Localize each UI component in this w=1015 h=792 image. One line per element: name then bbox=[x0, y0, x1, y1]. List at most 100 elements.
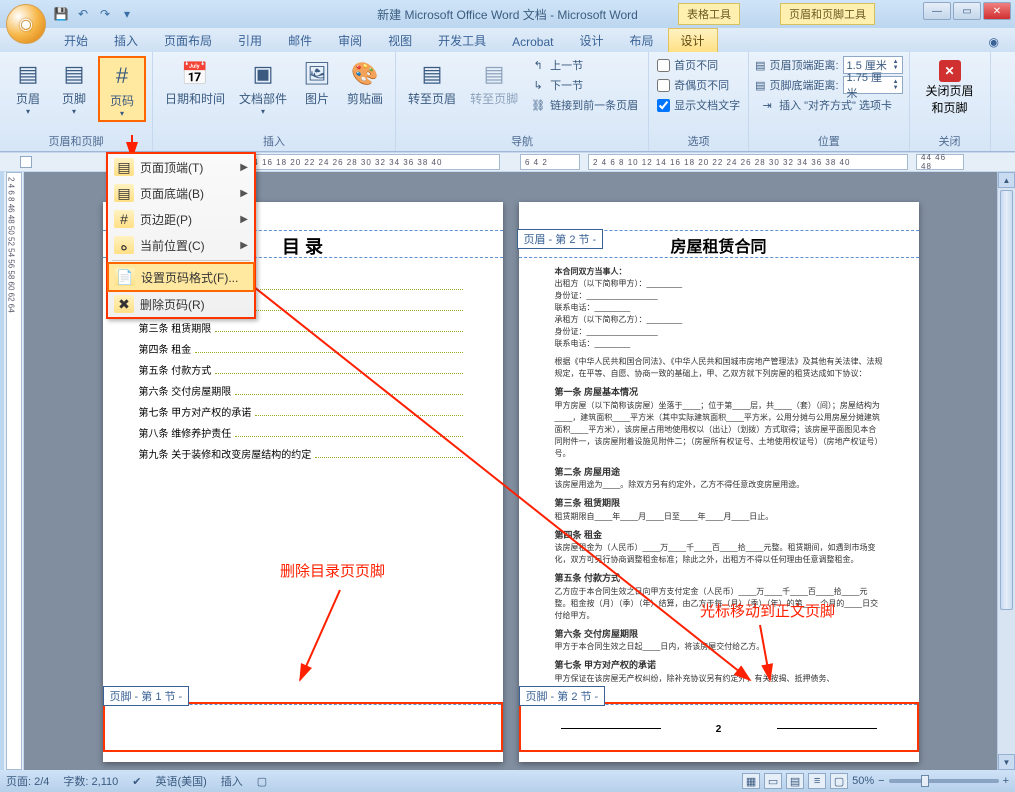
tab-developer[interactable]: 开发工具 bbox=[426, 29, 498, 52]
link-prev-button[interactable]: ⛓链接到前一条页眉 bbox=[526, 96, 642, 114]
footer-tag-1: 页脚 - 第 1 节 - bbox=[103, 686, 190, 706]
macro-icon[interactable]: ▢ bbox=[257, 775, 267, 788]
tab-review[interactable]: 审阅 bbox=[326, 29, 374, 52]
tab-selector[interactable] bbox=[20, 156, 32, 168]
horizontal-ruler[interactable]: 44 46 48 bbox=[916, 154, 964, 170]
header-zone-2[interactable]: 页眉 - 第 2 节 - 房屋租赁合同 bbox=[519, 230, 919, 258]
help-icon[interactable]: ◉ bbox=[983, 32, 1005, 52]
footer-button[interactable]: ▤页脚▾ bbox=[52, 56, 96, 122]
scroll-down-button[interactable]: ▼ bbox=[998, 754, 1015, 770]
zoom-out-button[interactable]: − bbox=[878, 775, 884, 787]
group-navigation: ▤转至页眉 ▤转至页脚 ↰上一节 ↳下一节 ⛓链接到前一条页眉 导航 bbox=[396, 52, 649, 151]
tab-hf-design[interactable]: 设计 bbox=[668, 28, 718, 52]
footer-bot-input[interactable]: 1.75 厘米▲▼ bbox=[843, 76, 903, 94]
dd-page-margins[interactable]: #页边距(P)▶ bbox=[108, 206, 254, 232]
dd-page-bottom[interactable]: ▤页面底端(B)▶ bbox=[108, 180, 254, 206]
tab-references[interactable]: 引用 bbox=[226, 29, 274, 52]
dd-page-top[interactable]: ▤页面顶端(T)▶ bbox=[108, 154, 254, 180]
page-number-dropdown: ▤页面顶端(T)▶ ▤页面底端(B)▶ #页边距(P)▶ ە当前位置(C)▶ 📄… bbox=[106, 152, 256, 319]
horizontal-ruler[interactable]: 6 4 2 bbox=[520, 154, 580, 170]
tab-mailings[interactable]: 邮件 bbox=[276, 29, 324, 52]
qat-customize-icon[interactable]: ▾ bbox=[118, 5, 136, 23]
view-print-layout[interactable]: ▦ bbox=[742, 773, 760, 789]
page-number-icon: # bbox=[106, 60, 138, 92]
view-fullscreen[interactable]: ▭ bbox=[764, 773, 782, 789]
group-close: ✕ 关闭页眉 和页脚 关闭 bbox=[910, 52, 991, 151]
page-2[interactable]: 页眉 - 第 2 节 - 房屋租赁合同 本合同双方当事人： 出租方（以下简称甲方… bbox=[519, 202, 919, 762]
vertical-ruler[interactable]: 2 4 6 8 46 48 50 52 54 56 58 60 62 64 bbox=[6, 172, 22, 770]
toc-line: 第三条 租赁期限 bbox=[139, 320, 467, 335]
goto-footer-button[interactable]: ▤转至页脚 bbox=[464, 56, 524, 109]
clipart-button[interactable]: 🎨剪贴画 bbox=[341, 56, 389, 118]
next-section-button[interactable]: ↳下一节 bbox=[526, 76, 642, 94]
view-draft[interactable]: ▢ bbox=[830, 773, 848, 789]
tab-insert[interactable]: 插入 bbox=[102, 29, 150, 52]
chevron-right-icon: ▶ bbox=[240, 188, 248, 199]
footer-margin-icon: ▤ bbox=[755, 79, 765, 92]
zoom-level[interactable]: 50% bbox=[852, 775, 874, 787]
zoom-in-button[interactable]: + bbox=[1003, 775, 1009, 787]
group-insert: 📅日期和时间 ▣文档部件▾ 🖼图片 🎨剪贴画 插入 bbox=[153, 52, 396, 151]
chevron-right-icon: ▶ bbox=[240, 240, 248, 251]
show-doc-checkbox[interactable]: 显示文档文字 bbox=[655, 96, 742, 114]
tab-acrobat[interactable]: Acrobat bbox=[500, 32, 565, 52]
office-button[interactable]: ◉ bbox=[6, 4, 46, 44]
ribbon: ▤页眉▾ ▤页脚▾ #页码▾ 页眉和页脚 📅日期和时间 ▣文档部件▾ 🖼图片 🎨… bbox=[0, 52, 1015, 152]
context-tab-headerfooter: 页眉和页脚工具 bbox=[780, 3, 875, 25]
tab-table-design[interactable]: 设计 bbox=[567, 29, 615, 52]
close-window-button[interactable]: ✕ bbox=[983, 2, 1011, 20]
toc-line: 第五条 付款方式 bbox=[139, 362, 467, 377]
vertical-scrollbar[interactable]: ▲ ▼ bbox=[997, 172, 1015, 770]
title-bar: ◉ 💾 ↶ ↷ ▾ 新建 Microsoft Office Word 文档 - … bbox=[0, 0, 1015, 28]
status-page[interactable]: 页面: 2/4 bbox=[6, 773, 49, 789]
status-language[interactable]: 英语(美国) bbox=[155, 773, 206, 789]
dd-cursor-icon: ە bbox=[114, 236, 134, 254]
prev-icon: ↰ bbox=[530, 57, 546, 73]
undo-icon[interactable]: ↶ bbox=[74, 5, 92, 23]
maximize-button[interactable]: ▭ bbox=[953, 2, 981, 20]
clipart-icon: 🎨 bbox=[349, 58, 381, 90]
chevron-right-icon: ▶ bbox=[240, 214, 248, 225]
prev-section-button[interactable]: ↰上一节 bbox=[526, 56, 642, 74]
dd-remove-page-number[interactable]: ✖删除页码(R) bbox=[108, 291, 254, 317]
context-tab-table: 表格工具 bbox=[678, 3, 740, 25]
dd-format-page-number[interactable]: 📄设置页码格式(F)... bbox=[107, 262, 255, 292]
view-web[interactable]: ▤ bbox=[786, 773, 804, 789]
view-outline[interactable]: ≡ bbox=[808, 773, 826, 789]
tab-table-layout[interactable]: 布局 bbox=[618, 29, 666, 52]
proofing-icon[interactable]: ✔ bbox=[132, 775, 141, 788]
diff-oddeven-checkbox[interactable]: 奇偶页不同 bbox=[655, 76, 742, 94]
picture-button[interactable]: 🖼图片 bbox=[295, 56, 339, 118]
horizontal-ruler[interactable]: 2 4 6 8 10 12 14 16 18 20 22 24 26 28 30… bbox=[588, 154, 908, 170]
page2-body: 本合同双方当事人： 出租方（以下简称甲方）：________身份证：______… bbox=[519, 202, 919, 689]
zoom-slider[interactable] bbox=[889, 779, 999, 783]
calendar-icon: 📅 bbox=[179, 58, 211, 90]
page-number-button[interactable]: #页码▾ bbox=[98, 56, 146, 122]
toc-line: 第六条 交付房屋期限 bbox=[139, 383, 467, 398]
footer-icon: ▤ bbox=[58, 58, 90, 90]
group-headerfooter: ▤页眉▾ ▤页脚▾ #页码▾ 页眉和页脚 bbox=[0, 52, 153, 151]
minimize-button[interactable]: — bbox=[923, 2, 951, 20]
dd-margin-icon: # bbox=[114, 210, 134, 228]
tab-pagelayout[interactable]: 页面布局 bbox=[152, 29, 224, 52]
scroll-up-button[interactable]: ▲ bbox=[998, 172, 1015, 188]
close-header-footer-button[interactable]: ✕ 关闭页眉 和页脚 bbox=[916, 56, 984, 120]
status-mode[interactable]: 插入 bbox=[221, 773, 243, 789]
tab-view[interactable]: 视图 bbox=[376, 29, 424, 52]
save-icon[interactable]: 💾 bbox=[52, 5, 70, 23]
insert-align-tab-button[interactable]: ⇥插入 "对齐方式" 选项卡 bbox=[755, 96, 902, 114]
scroll-thumb[interactable] bbox=[1000, 190, 1013, 610]
dd-current-pos[interactable]: ە当前位置(C)▶ bbox=[108, 232, 254, 258]
tab-home[interactable]: 开始 bbox=[52, 29, 100, 52]
datetime-button[interactable]: 📅日期和时间 bbox=[159, 56, 231, 118]
redo-icon[interactable]: ↷ bbox=[96, 5, 114, 23]
diff-first-checkbox[interactable]: 首页不同 bbox=[655, 56, 742, 74]
header-button[interactable]: ▤页眉▾ bbox=[6, 56, 50, 122]
separator bbox=[112, 260, 250, 261]
footer-zone-2[interactable]: 页脚 - 第 2 节 - 2 bbox=[519, 702, 919, 752]
status-words[interactable]: 字数: 2,110 bbox=[63, 773, 118, 789]
footer-zone-1[interactable]: 页脚 - 第 1 节 - bbox=[103, 702, 503, 752]
quickparts-button[interactable]: ▣文档部件▾ bbox=[233, 56, 293, 118]
vertical-ruler-col: 2 4 6 8 46 48 50 52 54 56 58 60 62 64 bbox=[4, 172, 24, 770]
goto-header-button[interactable]: ▤转至页眉 bbox=[402, 56, 462, 109]
